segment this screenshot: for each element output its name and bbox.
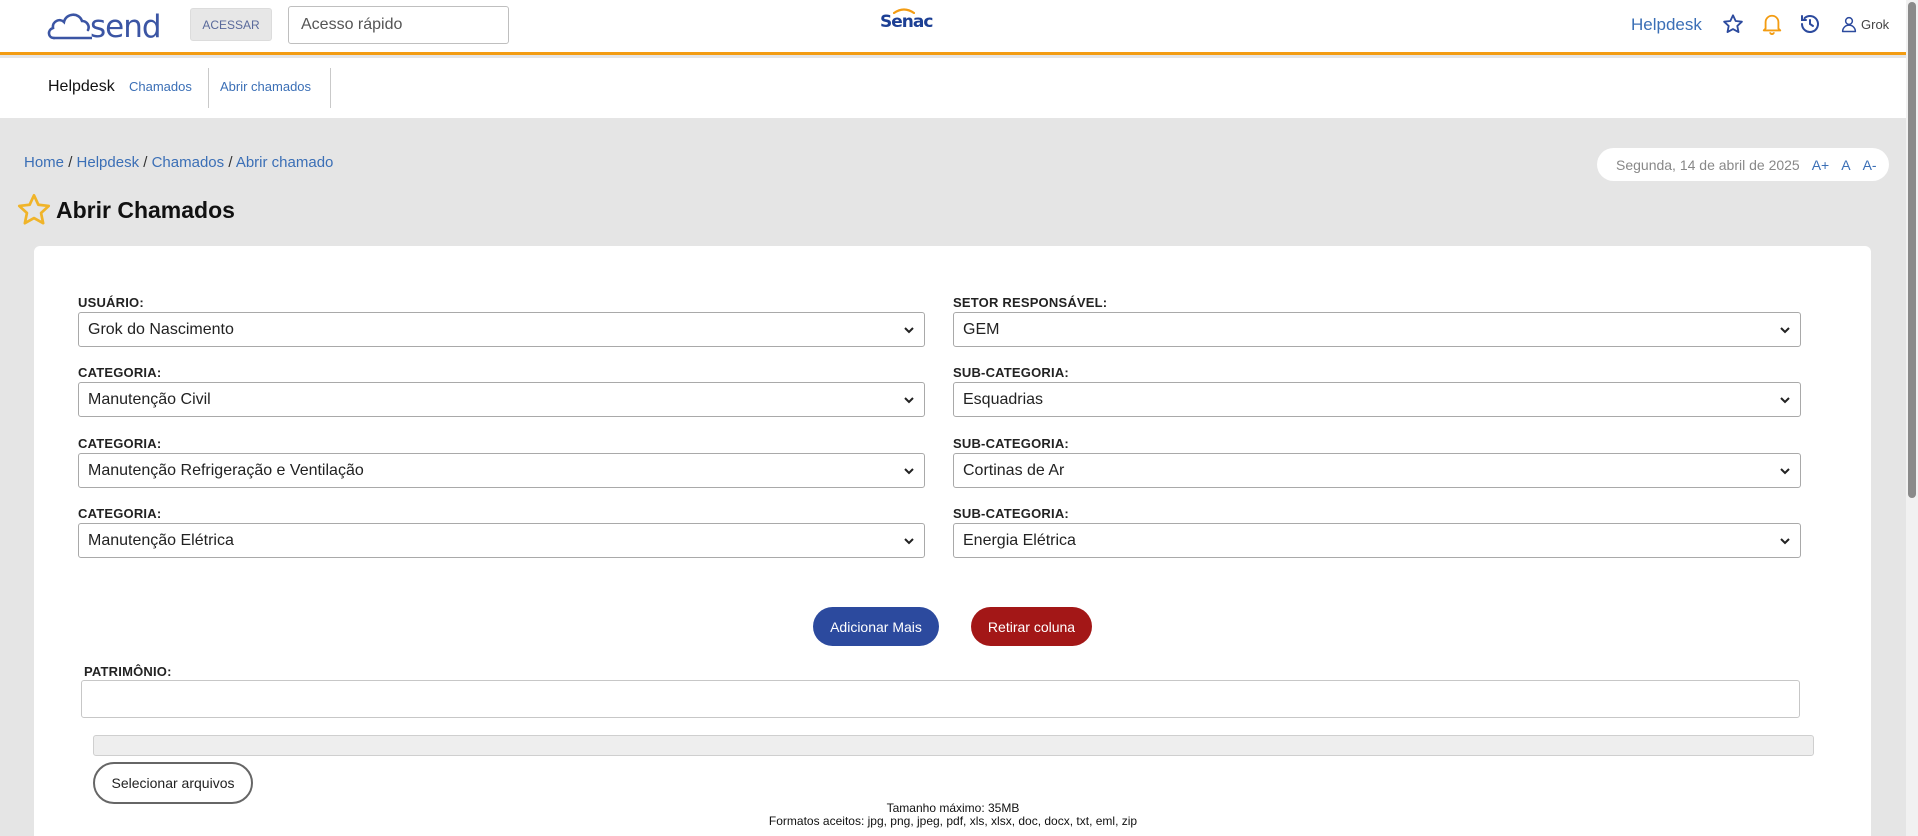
breadcrumb-abrir-chamado[interactable]: Abrir chamado — [236, 154, 334, 171]
history-clock-icon[interactable] — [1797, 11, 1823, 37]
categoria-select[interactable]: Manutenção Civil — [78, 382, 925, 417]
remove-column-button[interactable]: Retirar coluna — [971, 607, 1092, 646]
breadcrumb-helpdesk[interactable]: Helpdesk — [77, 154, 140, 171]
font-increase-button[interactable]: A+ — [1812, 157, 1830, 173]
senac-logo[interactable]: Senac — [880, 12, 933, 32]
page-title: Abrir Chamados — [16, 192, 235, 228]
login-button[interactable]: ACESSAR — [190, 8, 272, 41]
usuario-value: Grok do Nascimento — [88, 320, 234, 338]
chevron-down-icon — [904, 397, 914, 404]
font-reset-button[interactable]: A — [1841, 157, 1850, 173]
subcategoria-value: Energia Elétrica — [963, 531, 1076, 549]
chevron-down-icon — [904, 538, 914, 545]
patrimonio-label: PATRIMÔNIO: — [84, 664, 172, 679]
setor-label: SETOR RESPONSÁVEL: — [953, 295, 1108, 310]
chevron-down-icon — [904, 468, 914, 475]
helpdesk-link[interactable]: Helpdesk — [1631, 15, 1702, 35]
module-title: Helpdesk — [48, 78, 115, 95]
add-more-button[interactable]: Adicionar Mais — [813, 607, 939, 646]
tab-divider — [208, 68, 209, 108]
usuario-label: USUÁRIO: — [78, 295, 144, 310]
current-date: Segunda, 14 de abril de 2025 — [1616, 156, 1800, 173]
user-name: Grok — [1861, 16, 1890, 32]
page-heading: Abrir Chamados — [56, 196, 235, 223]
categoria-value: Manutenção Elétrica — [88, 531, 234, 549]
categoria-label: CATEGORIA: — [78, 506, 162, 521]
notification-bell-icon[interactable] — [1759, 11, 1785, 37]
subcategoria-label: SUB-CATEGORIA: — [953, 436, 1069, 451]
max-size-hint: Tamanho máximo: 35MB — [886, 801, 1020, 815]
font-decrease-button[interactable]: A- — [1863, 157, 1877, 173]
categoria-value: Manutenção Civil — [88, 390, 211, 408]
breadcrumb-separator: / — [143, 154, 148, 171]
select-files-button[interactable]: Selecionar arquivos — [93, 762, 253, 804]
breadcrumb: Home / Helpdesk / Chamados / Abrir chama… — [24, 154, 333, 171]
accepted-formats-hint: Formatos aceitos: jpg, png, jpeg, pdf, x… — [768, 814, 1138, 828]
patrimonio-input[interactable] — [81, 680, 1800, 718]
setor-value: GEM — [963, 320, 1000, 338]
subcategoria-label: SUB-CATEGORIA: — [953, 506, 1069, 521]
cloud-logo-icon — [47, 13, 92, 40]
user-icon — [1841, 16, 1857, 33]
favorites-star-icon[interactable] — [1720, 11, 1746, 37]
date-bar: Segunda, 14 de abril de 2025 A+ A A- — [1597, 148, 1889, 181]
categoria-label: CATEGORIA: — [78, 365, 162, 380]
subcategoria-select[interactable]: Esquadrias — [953, 382, 1801, 417]
favorite-star-icon[interactable] — [16, 192, 52, 228]
setor-select[interactable]: GEM — [953, 312, 1801, 347]
tab-divider — [330, 68, 331, 108]
breadcrumb-home[interactable]: Home — [24, 154, 64, 171]
chevron-down-icon — [1780, 468, 1790, 475]
categoria-value: Manutenção Refrigeração e Ventilação — [88, 461, 364, 479]
chevron-down-icon — [1780, 327, 1790, 334]
usuario-select[interactable]: Grok do Nascimento — [78, 312, 925, 347]
subcategoria-label: SUB-CATEGORIA: — [953, 365, 1069, 380]
tab-chamados[interactable]: Chamados — [129, 79, 192, 94]
chevron-down-icon — [904, 327, 914, 334]
breadcrumb-chamados[interactable]: Chamados — [152, 154, 225, 171]
scrollbar-thumb[interactable] — [1908, 2, 1916, 498]
tab-abrir-chamados[interactable]: Abrir chamados — [220, 79, 311, 94]
chevron-down-icon — [1780, 397, 1790, 404]
logo-text: send — [90, 9, 162, 45]
subcategoria-select[interactable]: Energia Elétrica — [953, 523, 1801, 558]
chevron-down-icon — [1780, 538, 1790, 545]
top-header: send ACESSAR Senac Helpdesk Grok — [0, 0, 1906, 55]
subcategoria-value: Esquadrias — [963, 390, 1044, 408]
send-logo[interactable]: send — [46, 6, 162, 45]
breadcrumb-separator: / — [228, 154, 233, 171]
subcategoria-value: Cortinas de Ar — [963, 461, 1065, 479]
categoria-select[interactable]: Manutenção Refrigeração e Ventilação — [78, 453, 925, 488]
quick-access-input[interactable] — [288, 6, 509, 44]
user-menu[interactable]: Grok — [1840, 15, 1889, 33]
categoria-label: CATEGORIA: — [78, 436, 162, 451]
sub-navigation: Helpdesk Chamados Abrir chamados — [0, 58, 1906, 118]
breadcrumb-separator: / — [68, 154, 73, 171]
subcategoria-select[interactable]: Cortinas de Ar — [953, 453, 1801, 488]
page-scrollbar[interactable] — [1906, 0, 1918, 836]
upload-progress-bar — [93, 735, 1814, 756]
categoria-select[interactable]: Manutenção Elétrica — [78, 523, 925, 558]
